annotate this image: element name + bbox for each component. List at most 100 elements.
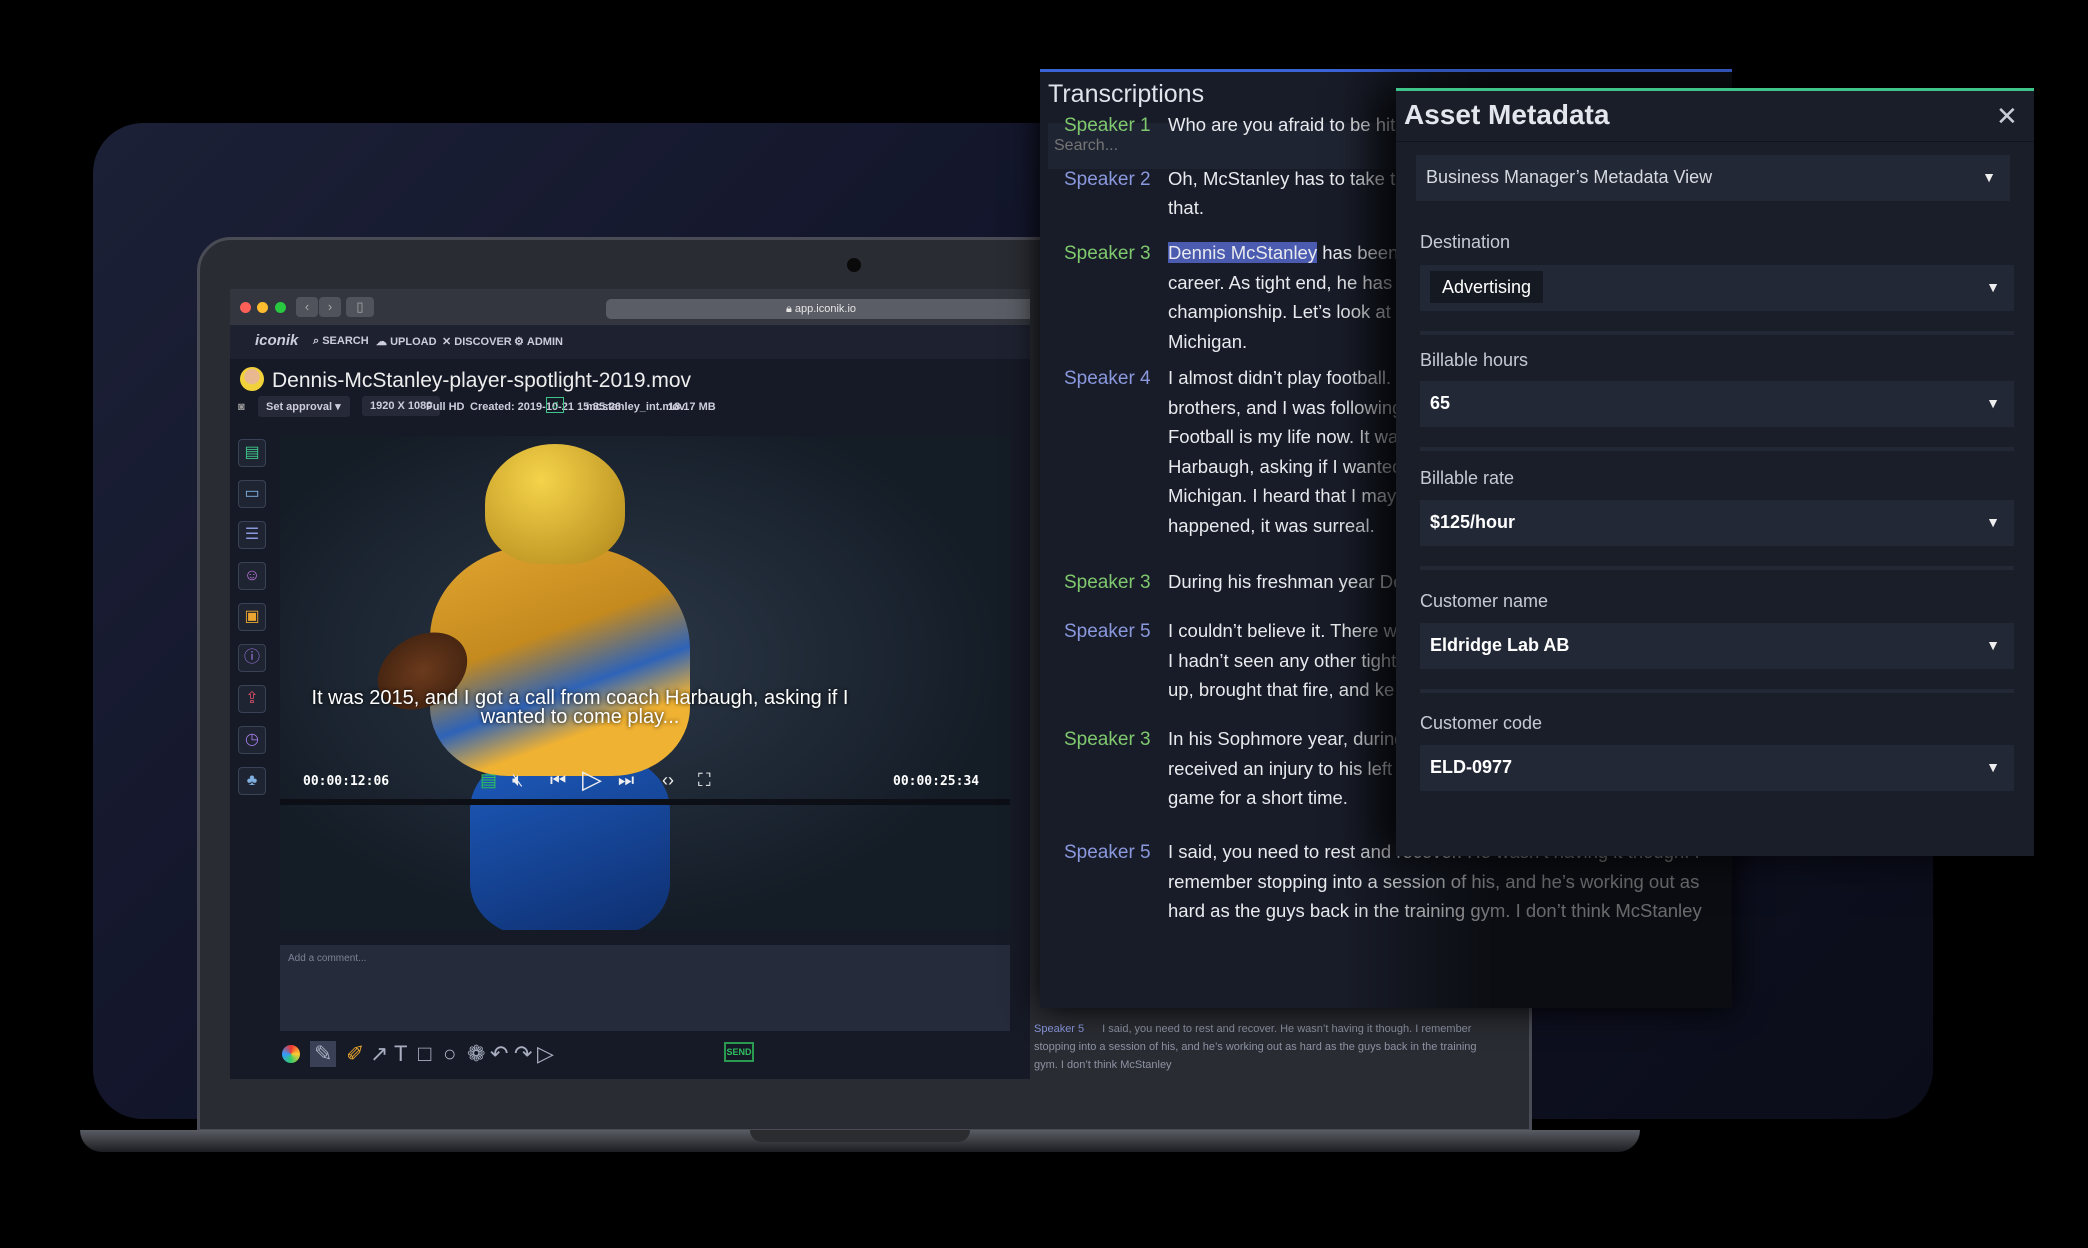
player-image <box>470 756 670 930</box>
info-icon[interactable]: ⓘ <box>238 644 266 672</box>
bell-icon[interactable]: ♫ <box>546 397 565 413</box>
speaker-label: Speaker 3 <box>1064 729 1151 751</box>
address-bar[interactable]: 🔒︎ app.iconik.io <box>606 299 1030 319</box>
sidebar-toggle-icon[interactable]: ▯ <box>346 297 374 317</box>
approval-dropdown[interactable]: Set approval ▾ <box>258 396 350 417</box>
laptop-screen: ‹ › ▯ 🔒︎ app.iconik.io iconik ⌕ SEARCH ☁… <box>230 289 1030 1079</box>
circle-icon[interactable]: ○ <box>443 1041 456 1067</box>
chevron-down-icon: ▼ <box>1986 395 2000 411</box>
metadata-field-dropdown[interactable]: $125/hour ▼ <box>1420 500 2014 546</box>
send-button[interactable]: SEND <box>724 1042 754 1062</box>
highlighter-icon[interactable]: ✐ <box>346 1041 364 1067</box>
field-value: ELD-0977 <box>1430 757 1513 777</box>
divider <box>1396 141 2034 142</box>
video-icon[interactable]: ▣ <box>238 603 266 631</box>
arrow-icon[interactable]: ↗ <box>370 1041 388 1067</box>
speaker-label: Speaker 1 <box>1064 115 1151 137</box>
nav-upload[interactable]: ☁ UPLOAD <box>376 335 437 348</box>
field-label: Customer code <box>1420 713 1543 733</box>
palette-icon[interactable]: ❁ <box>467 1041 485 1067</box>
text-icon[interactable]: T <box>394 1041 407 1067</box>
laptop-notch <box>750 1130 970 1142</box>
back-icon[interactable]: ‹ <box>296 297 318 317</box>
panel-title: Asset Metadata <box>1404 99 1610 130</box>
search-highlight: Dennis McStanley <box>1168 242 1318 264</box>
speaker-label: Speaker 3 <box>1064 243 1151 265</box>
share-icon[interactable]: ⇪ <box>238 685 266 713</box>
comment-icon[interactable]: ▭ <box>238 480 266 508</box>
field-value: Advertising <box>1430 271 1544 303</box>
file-size: 18.17 MB <box>668 401 716 413</box>
timeline-scrubber[interactable] <box>280 799 1010 805</box>
field-label: Billable rate <box>1420 468 1515 488</box>
field-value: Eldridge Lab AB <box>1430 635 1570 655</box>
lock-icon: 🔒︎ <box>785 303 795 315</box>
player-image <box>430 546 690 776</box>
divider <box>1420 447 2014 451</box>
background-transcript-snippet: Speaker 5I said, you need to rest and re… <box>1034 1023 1477 1071</box>
close-window-button[interactable] <box>240 302 251 313</box>
duration: 00:00:25:34 <box>893 774 980 789</box>
nav-discover[interactable]: ✕ DISCOVER <box>442 335 512 348</box>
hierarchy-icon[interactable]: ♣ <box>238 767 266 795</box>
speaker-label: Speaker 5 <box>1064 842 1151 864</box>
play-icon[interactable]: ▷ <box>582 764 602 795</box>
player-image <box>485 444 625 564</box>
divider <box>1420 689 2014 693</box>
divider <box>1420 331 2014 335</box>
comment-input[interactable]: Add a comment... <box>280 945 1010 1031</box>
asset-title: Dennis-McStanley-player-spotlight-2019.m… <box>272 369 692 392</box>
color-picker-icon[interactable] <box>282 1045 300 1063</box>
redo-icon[interactable]: ↷ <box>514 1041 532 1067</box>
speaker-label: Speaker 4 <box>1064 368 1151 390</box>
field-label: Customer name <box>1420 591 1549 611</box>
step-back-icon[interactable]: ⏮︎ <box>550 770 566 791</box>
camera-icon[interactable]: ◙ <box>238 401 245 413</box>
field-label: Destination <box>1420 232 1511 252</box>
metadata-field-dropdown[interactable]: 65 ▼ <box>1420 381 2014 427</box>
quality-badge: Full HD <box>426 401 465 413</box>
document-icon[interactable]: ▤ <box>238 439 266 467</box>
video-player[interactable]: It was 2015, and I got a call from coach… <box>280 436 1010 930</box>
avatar[interactable] <box>240 367 264 391</box>
forward-icon[interactable]: › <box>319 297 341 317</box>
speaker-label: Speaker 2 <box>1064 168 1151 190</box>
chevron-down-icon: ▼ <box>1986 279 2000 295</box>
current-time: 00:00:12:06 <box>303 774 390 789</box>
chevron-down-icon: ▼ <box>1982 169 1996 185</box>
nav-admin[interactable]: ⚙ ADMIN <box>514 335 563 348</box>
face-icon[interactable]: ☺ <box>238 562 266 590</box>
chevron-down-icon: ▼ <box>1986 637 2000 653</box>
app-nav: iconik ⌕ SEARCH ☁ UPLOAD ✕ DISCOVER ⚙ AD… <box>230 325 1030 359</box>
camera <box>847 258 861 272</box>
panel-title: Transcriptions <box>1048 80 1205 108</box>
cursor-icon[interactable]: ▷ <box>537 1041 554 1067</box>
close-icon[interactable]: ✕ <box>1996 101 2018 132</box>
speaker-label: Speaker 3 <box>1064 572 1151 594</box>
field-value: $125/hour <box>1430 512 1516 532</box>
speaker-label: Speaker 5 <box>1064 621 1151 643</box>
mute-icon[interactable]: 🔇︎ <box>512 770 523 791</box>
rectangle-icon[interactable]: □ <box>418 1041 431 1067</box>
asset-metadata-panel: Asset Metadata ✕ Business Manager’s Meta… <box>1396 88 2034 856</box>
nav-search[interactable]: ⌕ SEARCH <box>313 335 369 348</box>
browser-titlebar: ‹ › ▯ 🔒︎ app.iconik.io <box>230 289 1030 325</box>
metadata-field-dropdown[interactable]: Eldridge Lab AB ▼ <box>1420 623 2014 669</box>
maximize-window-button[interactable] <box>275 302 286 313</box>
captions-icon[interactable]: ▤ <box>480 770 497 791</box>
step-forward-icon[interactable]: ⏭︎ <box>618 770 634 791</box>
history-icon[interactable]: ◷ <box>238 726 266 754</box>
metadata-field-dropdown[interactable]: ELD-0977 ▼ <box>1420 745 2014 791</box>
pencil-icon[interactable]: ✎ <box>310 1041 337 1067</box>
metadata-view-dropdown[interactable]: Business Manager’s Metadata View ▼ <box>1416 155 2010 201</box>
loop-icon[interactable]: ‹› <box>662 770 674 791</box>
transcript-icon[interactable]: ☰ <box>238 521 266 549</box>
minimize-window-button[interactable] <box>257 302 268 313</box>
divider <box>1420 566 2014 570</box>
undo-icon[interactable]: ↶ <box>490 1041 508 1067</box>
iconik-logo: iconik <box>255 332 299 349</box>
field-label: Billable hours <box>1420 350 1529 370</box>
metadata-field-dropdown[interactable]: Advertising ▼ <box>1420 265 2014 311</box>
url-text: app.iconik.io <box>794 303 857 315</box>
fullscreen-icon[interactable]: ⛶ <box>698 770 711 791</box>
